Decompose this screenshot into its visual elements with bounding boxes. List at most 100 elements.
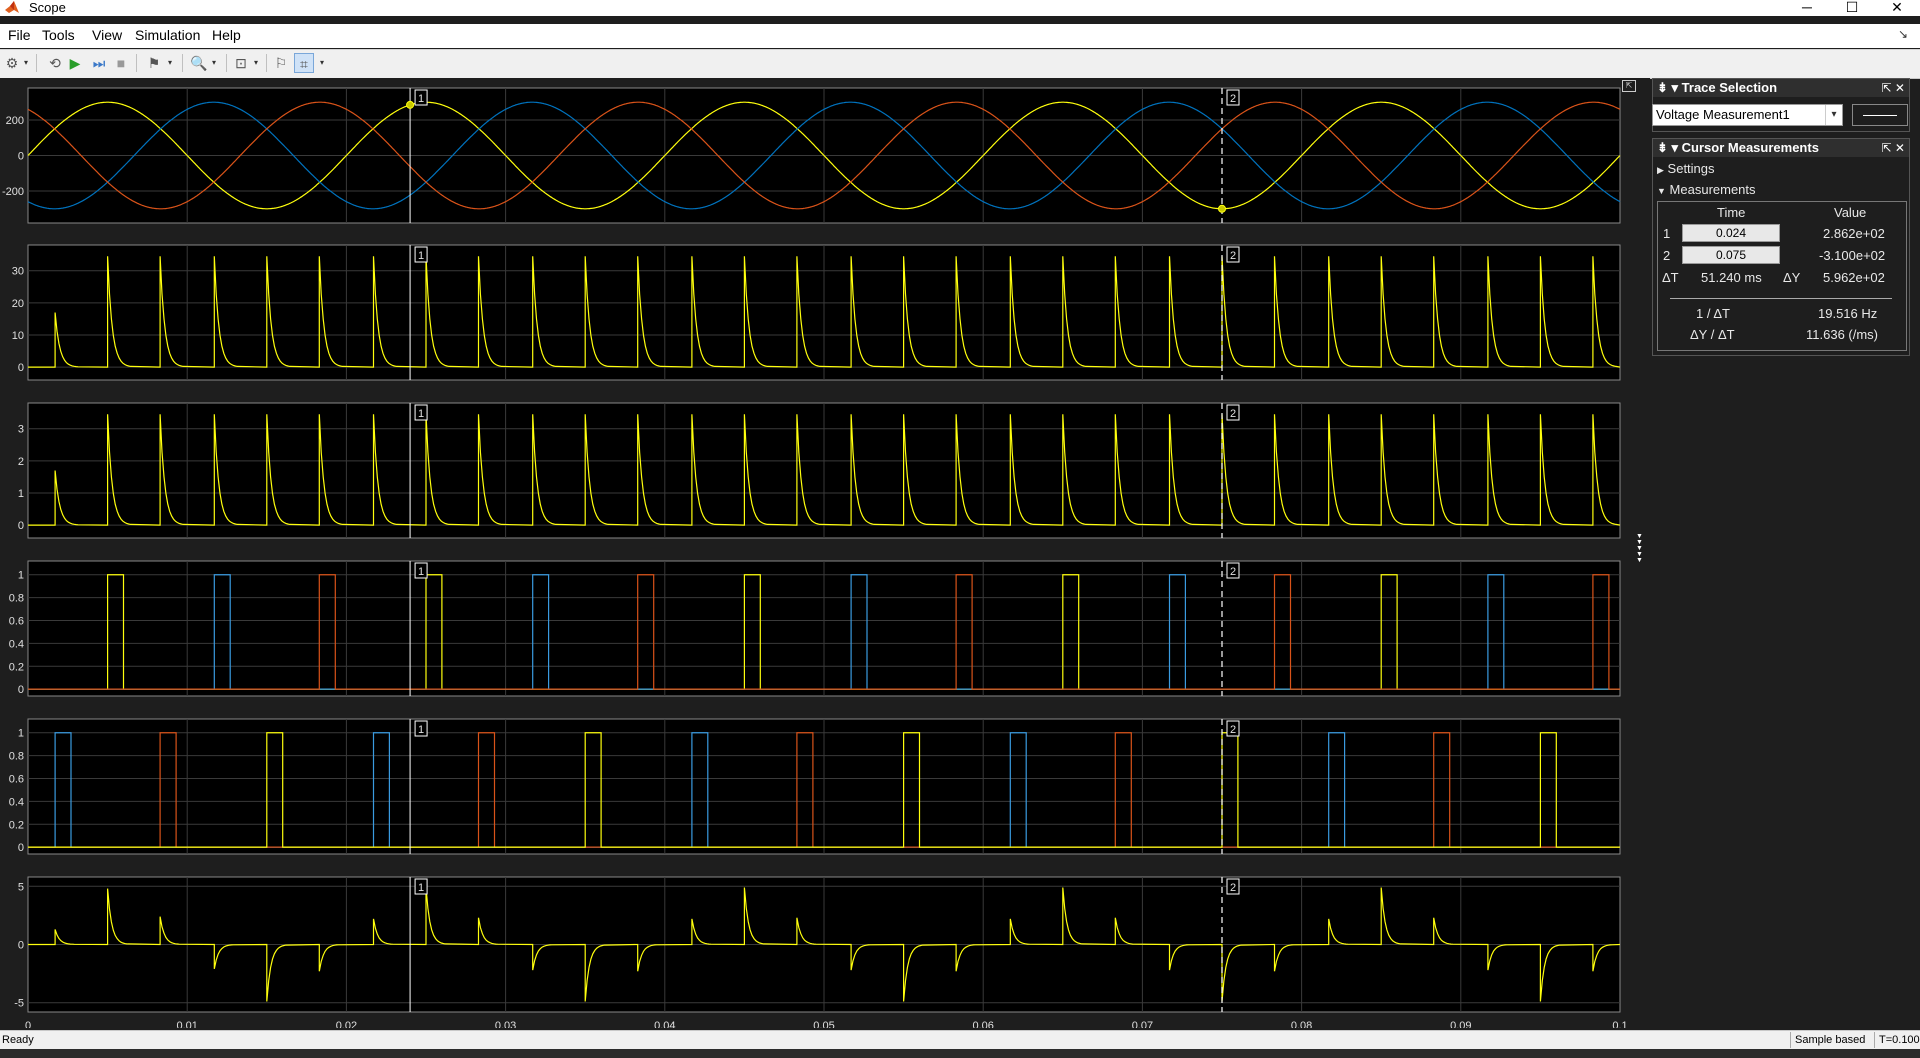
y-tick-label: 1: [18, 728, 24, 740]
toolbar: ⚙ ▾ ⟲ ▶ ⏭ ■ ⚑ ▾ 🔍 ▾ ⊡ ▾ ⚐ ⌗ ▾: [0, 49, 1920, 79]
cursor1-time-input[interactable]: 0.024: [1682, 224, 1780, 242]
cursor-measurements-icon[interactable]: ⌗: [294, 53, 314, 73]
toolbar-divider: [182, 54, 183, 72]
cursor-2-tag-label: 2: [1230, 408, 1236, 420]
panel-collapse-icon[interactable]: ⇟ ▾: [1657, 140, 1678, 155]
zoom-in-icon[interactable]: 🔍: [190, 53, 208, 73]
maximize-button[interactable]: ☐: [1829, 0, 1875, 16]
cursor1-row-label: 1: [1663, 226, 1671, 241]
delta-y-value: 5.962e+02: [1823, 270, 1885, 285]
measurements-section-toggle[interactable]: ▼ Measurements: [1657, 182, 1756, 197]
cursor-2-tag-label: 2: [1230, 724, 1236, 736]
y-tick-label: 5: [18, 881, 24, 893]
settings-icon[interactable]: ⚙: [4, 53, 20, 73]
scale-dropdown-icon[interactable]: ▾: [252, 53, 260, 73]
cursor-1-tag-label: 1: [418, 250, 424, 262]
y-tick-label: 0: [18, 842, 24, 854]
scale-axes-icon[interactable]: ⊡: [232, 53, 250, 73]
trace-select-dropdown[interactable]: Voltage Measurement1 ▾: [1652, 104, 1843, 126]
y-tick-label: 0: [18, 684, 24, 696]
menu-tools[interactable]: Tools: [42, 27, 75, 43]
run-icon[interactable]: ▶: [66, 53, 84, 73]
highlight-dropdown-icon[interactable]: ▾: [166, 53, 174, 73]
menu-bar: File Tools View Simulation Help ↘: [0, 24, 1920, 48]
y-tick-label: 3: [18, 424, 24, 436]
cursor-2-tag-label: 2: [1230, 882, 1236, 894]
matlab-logo-icon: [5, 1, 19, 13]
slope-label: ΔY / ΔT: [1690, 327, 1735, 342]
delta-t-value: 51.240 ms: [1701, 270, 1762, 285]
toolbar-divider: [226, 54, 227, 72]
y-tick-label: 20: [12, 298, 24, 310]
trace-line-style-swatch[interactable]: [1852, 104, 1908, 126]
y-tick-label: 0: [18, 151, 24, 163]
y-tick-label: -5: [14, 998, 24, 1010]
y-tick-label: 200: [6, 115, 24, 127]
cursor-measurements-header[interactable]: ⇟ ▾ Cursor Measurements ⇱ ✕: [1653, 139, 1909, 157]
x-tick-label: 0.08: [1291, 1020, 1312, 1028]
x-tick-label: 0.01: [176, 1020, 197, 1028]
x-tick-label: 0: [25, 1020, 31, 1028]
y-tick-label: 30: [12, 266, 24, 278]
trace-select-value: Voltage Measurement1: [1656, 107, 1790, 122]
triggers-icon[interactable]: ⚐: [272, 53, 290, 73]
undock-toolbar-icon[interactable]: ↘: [1898, 27, 1908, 41]
y-tick-label: 0.8: [9, 751, 24, 763]
x-tick-label: 0.04: [654, 1020, 675, 1028]
settings-dropdown-icon[interactable]: ▾: [22, 53, 30, 73]
restore-icon[interactable]: ⟲: [46, 53, 64, 73]
collapse-panel-arrows-icon[interactable]: ▼ ▼ ▼ ▼ ▼: [1636, 533, 1643, 564]
cursor-1-tag-label: 1: [418, 882, 424, 894]
y-tick-label: -200: [2, 186, 24, 198]
trace-selection-header[interactable]: ⇟ ▾ Trace Selection ⇱ ✕: [1653, 79, 1909, 97]
panel-collapse-icon[interactable]: ⇟ ▾: [1657, 80, 1678, 95]
inverse-delta-t-label: 1 / ΔT: [1696, 306, 1730, 321]
stop-icon[interactable]: ■: [112, 53, 130, 73]
chevron-down-icon[interactable]: ▾: [1825, 105, 1842, 125]
y-tick-label: 0: [18, 520, 24, 532]
highlight-block-icon[interactable]: ⚑: [144, 53, 164, 73]
cursor-2-tag-label: 2: [1230, 566, 1236, 578]
settings-label: Settings: [1667, 161, 1715, 176]
x-tick-label: 0.07: [1132, 1020, 1153, 1028]
chevron-right-icon: ▶: [1657, 165, 1664, 175]
undock-axes-icon[interactable]: ⇱: [1622, 80, 1636, 92]
menu-file[interactable]: File: [8, 27, 31, 43]
col-value-header: Value: [1834, 205, 1867, 220]
scope-plot-area: 200 0 -200 1 2 30 20 10 0 1 2 3 2 1 0 1 2 1 0.8 0.6 0.4 0.2 0 1…: [0, 78, 1650, 1032]
x-tick-label: 0.06: [972, 1020, 993, 1028]
scope-axes-svg[interactable]: 2000-2001 230201001 232101 210.80.60.40.201…: [0, 78, 1650, 1032]
slope-value: 11.636 (/ms): [1806, 327, 1879, 342]
menu-help[interactable]: Help: [212, 27, 241, 43]
x-tick-label: 0.03: [495, 1020, 516, 1028]
x-tick-label: 0.02: [336, 1020, 357, 1028]
close-window-button[interactable]: ✕: [1874, 0, 1920, 16]
step-forward-icon[interactable]: ⏭: [90, 53, 108, 73]
cursor-measurements-title: Cursor Measurements: [1681, 140, 1819, 155]
minimize-button[interactable]: ─: [1784, 0, 1830, 16]
panel-close-icon[interactable]: ⇱ ✕: [1882, 79, 1905, 97]
cursor-1-tag-label: 1: [418, 408, 424, 420]
panel-close-icon[interactable]: ⇱ ✕: [1882, 139, 1905, 157]
status-sim-time: T=0.100: [1874, 1032, 1920, 1048]
measurements-dropdown-icon[interactable]: ▾: [318, 53, 326, 73]
measurements-label: Measurements: [1669, 182, 1756, 197]
zoom-dropdown-icon[interactable]: ▾: [210, 53, 218, 73]
menu-simulation[interactable]: Simulation: [135, 27, 200, 43]
x-tick-label: 0.05: [813, 1020, 834, 1028]
toolbar-divider: [266, 54, 267, 72]
status-ready: Ready: [2, 1034, 34, 1046]
cursor-2-marker: [1218, 204, 1226, 213]
cursor-1-marker: [406, 100, 415, 109]
os-taskbar: [0, 1049, 1920, 1058]
cursor-2-tag-label: 2: [1230, 93, 1236, 105]
delta-t-label: ΔT: [1662, 270, 1679, 285]
cursor2-time-input[interactable]: 0.075: [1682, 246, 1780, 264]
y-tick-label: 0: [18, 940, 24, 952]
menu-view[interactable]: View: [92, 27, 122, 43]
line-sample: [1863, 115, 1897, 116]
settings-section-toggle[interactable]: ▶ Settings: [1657, 161, 1715, 176]
title-bar: Scope ─ ☐ ✕: [0, 0, 1920, 16]
cursor-1-tag-label: 1: [418, 93, 424, 105]
measurements-divider: [1670, 298, 1892, 299]
